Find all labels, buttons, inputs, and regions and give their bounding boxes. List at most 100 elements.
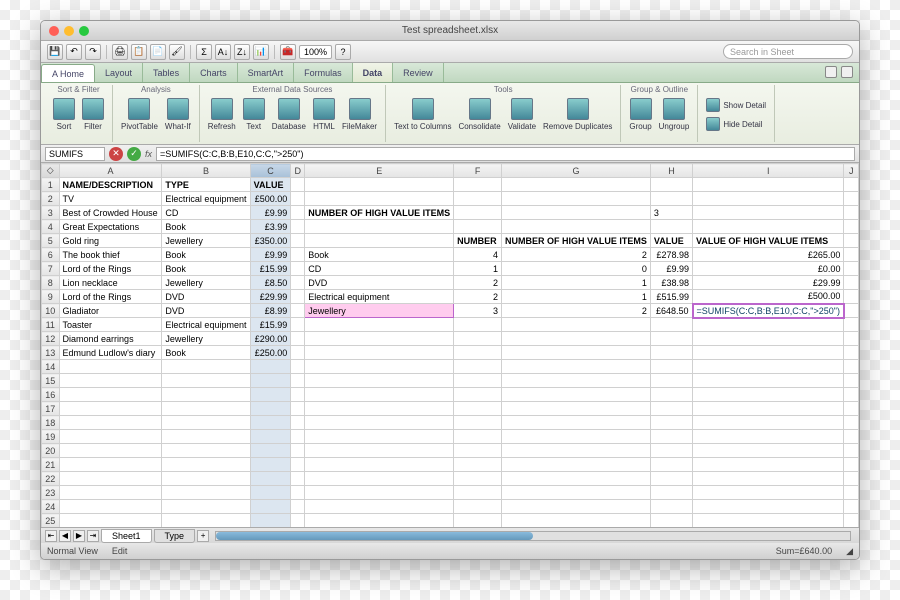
cell-B5[interactable]: Jewellery <box>162 234 250 248</box>
cell-D3[interactable] <box>291 206 305 220</box>
resize-grip-icon[interactable]: ◢ <box>846 546 853 557</box>
cell-G20[interactable] <box>502 444 651 458</box>
prev-sheet-button[interactable]: ◀ <box>59 530 71 542</box>
cell-A14[interactable] <box>59 360 162 374</box>
cell-F24[interactable] <box>454 500 502 514</box>
row-header-20[interactable]: 20 <box>42 444 60 458</box>
cell-I2[interactable] <box>693 192 844 206</box>
cell-H2[interactable] <box>650 192 692 206</box>
sheet-tab-1[interactable]: Sheet1 <box>101 529 152 543</box>
row-header-22[interactable]: 22 <box>42 472 60 486</box>
cell-F15[interactable] <box>454 374 502 388</box>
tab-charts[interactable]: Charts <box>190 63 238 82</box>
cell-G4[interactable] <box>502 220 651 234</box>
help-button[interactable]: ? <box>335 44 351 60</box>
cell-I10[interactable]: =SUMIFS(C:C,B:B,E10,C:C,">250") <box>693 304 844 318</box>
cell-A5[interactable]: Gold ring <box>59 234 162 248</box>
cell-C20[interactable] <box>250 444 291 458</box>
cell-F23[interactable] <box>454 486 502 500</box>
row-header-5[interactable]: 5 <box>42 234 60 248</box>
cell-I7[interactable]: £0.00 <box>693 262 844 276</box>
cell-G16[interactable] <box>502 388 651 402</box>
cell-C24[interactable] <box>250 500 291 514</box>
cell-E17[interactable] <box>305 402 454 416</box>
cell-G2[interactable] <box>502 192 651 206</box>
cell-J19[interactable] <box>844 430 859 444</box>
cell-H4[interactable] <box>650 220 692 234</box>
cell-C15[interactable] <box>250 374 291 388</box>
cell-B10[interactable]: DVD <box>162 304 250 318</box>
row-header-13[interactable]: 13 <box>42 346 60 360</box>
redo-button[interactable]: ↷ <box>85 44 101 60</box>
cell-B19[interactable] <box>162 430 250 444</box>
cell-J3[interactable] <box>844 206 859 220</box>
cell-H14[interactable] <box>650 360 692 374</box>
text-button[interactable]: Text <box>241 96 267 133</box>
cell-E9[interactable]: Electrical equipment <box>305 290 454 304</box>
cell-F7[interactable]: 1 <box>454 262 502 276</box>
collapse-icon[interactable] <box>825 66 837 78</box>
cell-B7[interactable]: Book <box>162 262 250 276</box>
cell-F22[interactable] <box>454 472 502 486</box>
cell-C12[interactable]: £290.00 <box>250 332 291 346</box>
save-button[interactable]: 💾 <box>47 44 63 60</box>
cell-B17[interactable] <box>162 402 250 416</box>
cell-F14[interactable] <box>454 360 502 374</box>
cell-E21[interactable] <box>305 458 454 472</box>
cell-A24[interactable] <box>59 500 162 514</box>
cell-F9[interactable]: 2 <box>454 290 502 304</box>
cell-I3[interactable] <box>693 206 844 220</box>
cell-E5[interactable] <box>305 234 454 248</box>
cell-J20[interactable] <box>844 444 859 458</box>
cell-H11[interactable] <box>650 318 692 332</box>
search-input[interactable]: Search in Sheet <box>723 44 853 59</box>
cell-D20[interactable] <box>291 444 305 458</box>
cell-E20[interactable] <box>305 444 454 458</box>
row-header-7[interactable]: 7 <box>42 262 60 276</box>
cell-J13[interactable] <box>844 346 859 360</box>
cell-G23[interactable] <box>502 486 651 500</box>
cell-A9[interactable]: Lord of the Rings <box>59 290 162 304</box>
cell-H17[interactable] <box>650 402 692 416</box>
cell-G13[interactable] <box>502 346 651 360</box>
cell-H15[interactable] <box>650 374 692 388</box>
cell-C11[interactable]: £15.99 <box>250 318 291 332</box>
format-button[interactable]: 🖌 <box>169 44 185 60</box>
cell-H3[interactable]: 3 <box>650 206 692 220</box>
zoom-icon[interactable] <box>79 26 89 36</box>
cell-B25[interactable] <box>162 514 250 528</box>
cell-C10[interactable]: £8.99 <box>250 304 291 318</box>
cell-I20[interactable] <box>693 444 844 458</box>
cell-D9[interactable] <box>291 290 305 304</box>
cell-G17[interactable] <box>502 402 651 416</box>
cell-G25[interactable] <box>502 514 651 528</box>
col-header-J[interactable]: J <box>844 164 859 178</box>
cell-G22[interactable] <box>502 472 651 486</box>
cell-H24[interactable] <box>650 500 692 514</box>
cell-A6[interactable]: The book thief <box>59 248 162 262</box>
filter-button[interactable]: Filter <box>80 96 106 133</box>
cell-C18[interactable] <box>250 416 291 430</box>
col-header-F[interactable]: F <box>454 164 502 178</box>
cell-J10[interactable] <box>844 304 859 318</box>
cell-D17[interactable] <box>291 402 305 416</box>
cell-E1[interactable] <box>305 178 454 192</box>
row-header-1[interactable]: 1 <box>42 178 60 192</box>
cell-A19[interactable] <box>59 430 162 444</box>
row-header-6[interactable]: 6 <box>42 248 60 262</box>
cell-E19[interactable] <box>305 430 454 444</box>
cell-E23[interactable] <box>305 486 454 500</box>
cell-G19[interactable] <box>502 430 651 444</box>
col-header-A[interactable]: A <box>59 164 162 178</box>
cell-C17[interactable] <box>250 402 291 416</box>
cell-I8[interactable]: £29.99 <box>693 276 844 290</box>
cell-C25[interactable] <box>250 514 291 528</box>
cell-C22[interactable] <box>250 472 291 486</box>
cell-G10[interactable]: 2 <box>502 304 651 318</box>
tab-tables[interactable]: Tables <box>143 63 190 82</box>
cell-I24[interactable] <box>693 500 844 514</box>
cell-I9[interactable]: £500.00 <box>693 290 844 304</box>
sort-desc-button[interactable]: Z↓ <box>234 44 250 60</box>
cell-D22[interactable] <box>291 472 305 486</box>
cell-C8[interactable]: £8.50 <box>250 276 291 290</box>
